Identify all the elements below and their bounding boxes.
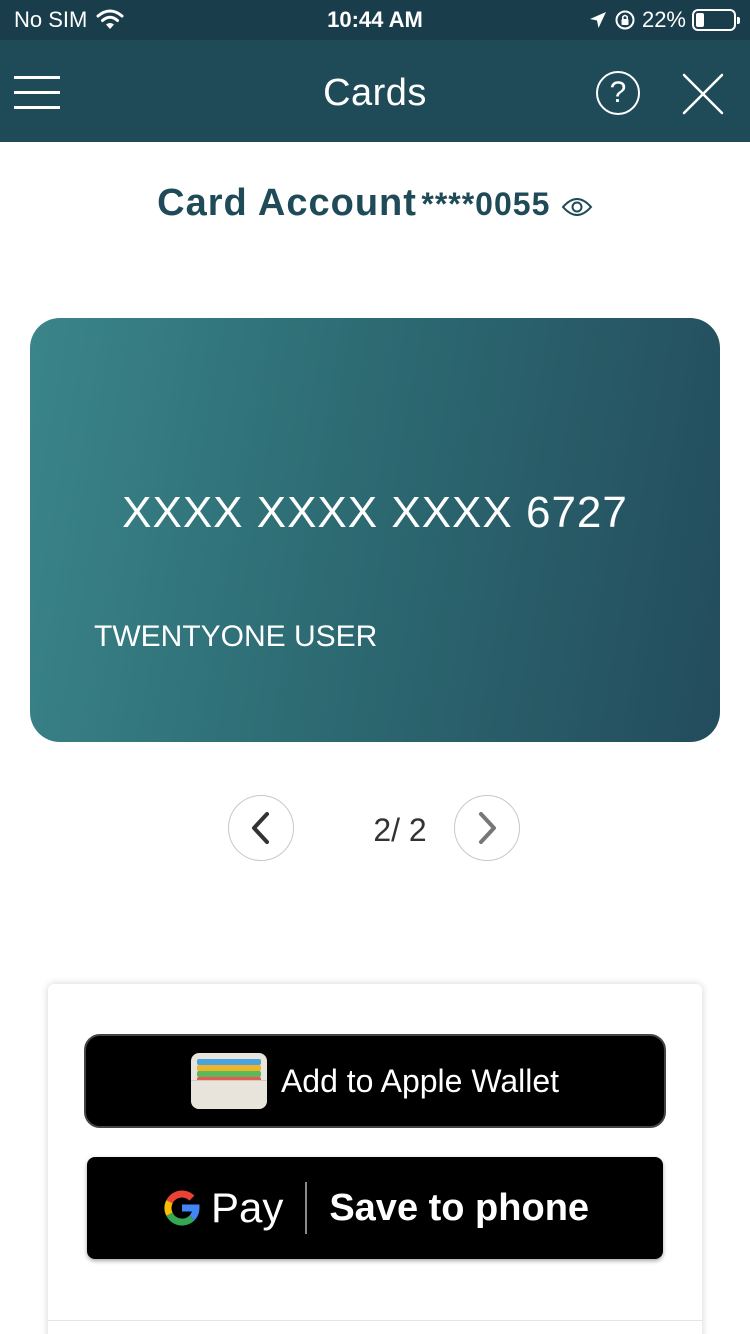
- gpay-brand-label: Pay: [210, 1184, 284, 1231]
- google-g-icon: [164, 1190, 200, 1226]
- wallet-panel: Add to Apple Wallet Pay Save to phone: [48, 984, 702, 1334]
- account-heading: Card Account ****0055: [0, 182, 750, 225]
- gpay-divider: [305, 1182, 308, 1234]
- help-button[interactable]: ?: [596, 71, 640, 115]
- google-pay-save-button[interactable]: Pay Save to phone: [87, 1157, 663, 1259]
- payment-card[interactable]: XXXX XXXX XXXX 6727 TWENTYONE USER: [30, 318, 720, 742]
- battery-icon: [692, 9, 740, 31]
- account-masked-number: ****0055: [421, 186, 551, 222]
- gpay-save-label: Save to phone: [329, 1186, 590, 1229]
- eye-icon[interactable]: [561, 197, 593, 217]
- nav-bar: Cards ?: [0, 40, 750, 142]
- orientation-lock-icon: [615, 10, 635, 30]
- location-arrow-icon: [589, 12, 606, 28]
- status-bar: No SIM 10:44 AM 22%: [0, 0, 750, 40]
- battery-fill: [696, 13, 704, 27]
- next-card-button[interactable]: [454, 795, 520, 861]
- card-holder-name: TWENTYONE USER: [94, 620, 378, 653]
- panel-divider: [48, 1320, 702, 1321]
- battery-percent: 22%: [641, 7, 686, 32]
- add-to-apple-wallet-button[interactable]: Add to Apple Wallet: [84, 1034, 666, 1128]
- pager-count: 2/ 2: [373, 812, 427, 848]
- card-number: XXXX XXXX XXXX 6727: [122, 488, 628, 537]
- chevron-right-icon: [479, 812, 496, 844]
- apple-wallet-icon: [190, 1053, 267, 1109]
- status-right: 22%: [588, 7, 740, 33]
- account-label: Card Account: [157, 182, 417, 224]
- close-icon[interactable]: [682, 73, 724, 115]
- apple-wallet-label: Add to Apple Wallet: [280, 1062, 560, 1099]
- chevron-left-icon: [252, 812, 269, 844]
- previous-card-button[interactable]: [228, 795, 294, 861]
